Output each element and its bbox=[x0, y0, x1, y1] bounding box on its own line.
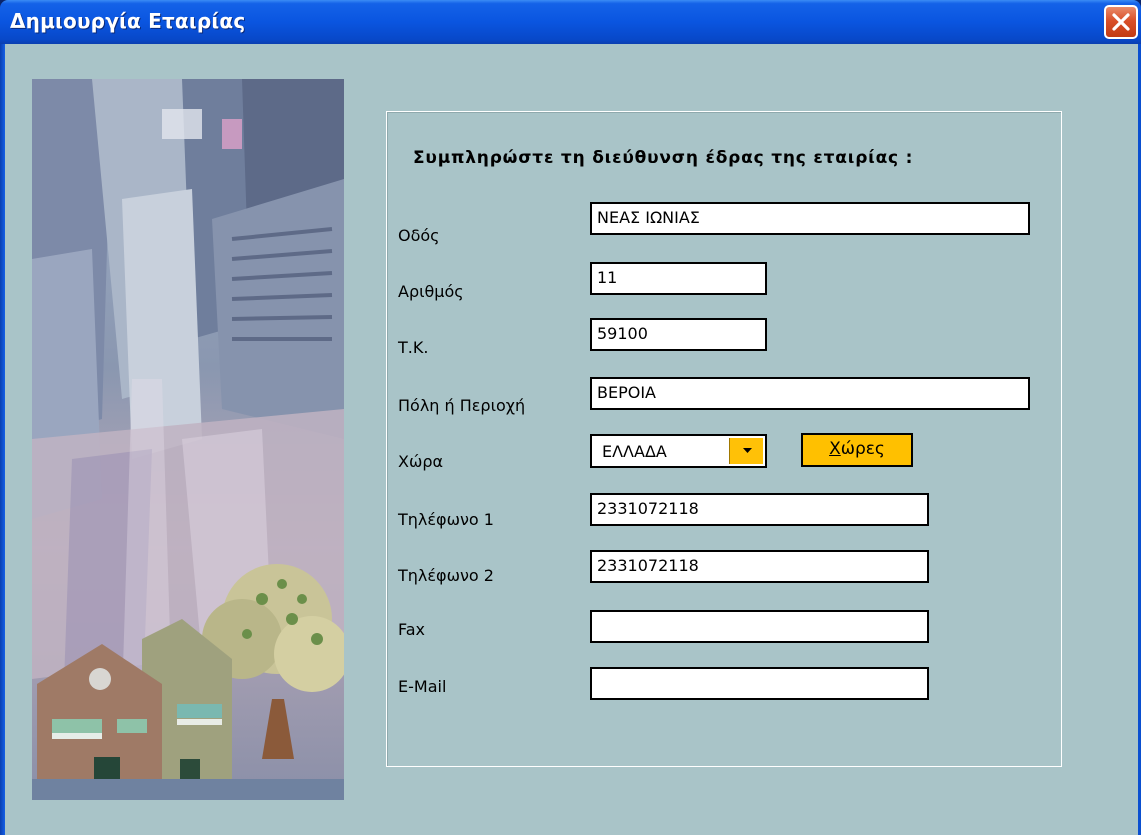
decorative-painting bbox=[32, 79, 344, 800]
close-button[interactable] bbox=[1104, 5, 1138, 39]
form-heading: Συμπληρώστε τη διεύθυνση έδρας της εταιρ… bbox=[413, 148, 914, 168]
chevron-down-icon bbox=[743, 448, 752, 453]
number-label: Αριθμός bbox=[398, 282, 464, 301]
street-input[interactable]: ΝΕΑΣ ΙΩΝΙΑΣ bbox=[590, 202, 1030, 235]
postal-code-input[interactable]: 59100 bbox=[590, 318, 767, 351]
country-dropdown-button[interactable] bbox=[729, 438, 763, 464]
countries-button-mnemonic: Χ bbox=[829, 439, 841, 459]
email-input[interactable] bbox=[590, 667, 929, 700]
fax-input[interactable] bbox=[590, 610, 929, 643]
number-input[interactable]: 11 bbox=[590, 262, 767, 295]
city-input[interactable]: ΒΕΡΟΙΑ bbox=[590, 377, 1030, 410]
country-select-value: ΕΛΛΑΔΑ bbox=[602, 442, 667, 461]
fax-label: Fax bbox=[398, 620, 426, 639]
close-icon bbox=[1112, 13, 1130, 31]
dialog-window: Δημιουργία Εταιρίας Συμπληρώστε τη διεύθ… bbox=[0, 0, 1141, 835]
window-title: Δημιουργία Εταιρίας bbox=[10, 9, 246, 33]
postal-code-label: Τ.Κ. bbox=[398, 338, 429, 357]
title-bar[interactable]: Δημιουργία Εταιρίας bbox=[0, 0, 1141, 44]
country-select[interactable]: ΕΛΛΑΔΑ bbox=[590, 434, 767, 468]
countries-button[interactable]: Χώρες bbox=[801, 433, 913, 467]
street-label: Οδός bbox=[398, 226, 440, 245]
country-label: Χώρα bbox=[398, 452, 444, 471]
countries-button-label: ώρες bbox=[840, 439, 885, 459]
phone1-label: Τηλέφωνο 1 bbox=[398, 510, 494, 529]
phone2-input[interactable]: 2331072118 bbox=[590, 550, 929, 583]
email-label: E-Mail bbox=[398, 677, 447, 696]
city-label: Πόλη ή Περιοχή bbox=[398, 396, 526, 415]
phone2-label: Τηλέφωνο 2 bbox=[398, 566, 494, 585]
painting-image bbox=[32, 79, 344, 800]
phone1-input[interactable]: 2331072118 bbox=[590, 493, 929, 526]
